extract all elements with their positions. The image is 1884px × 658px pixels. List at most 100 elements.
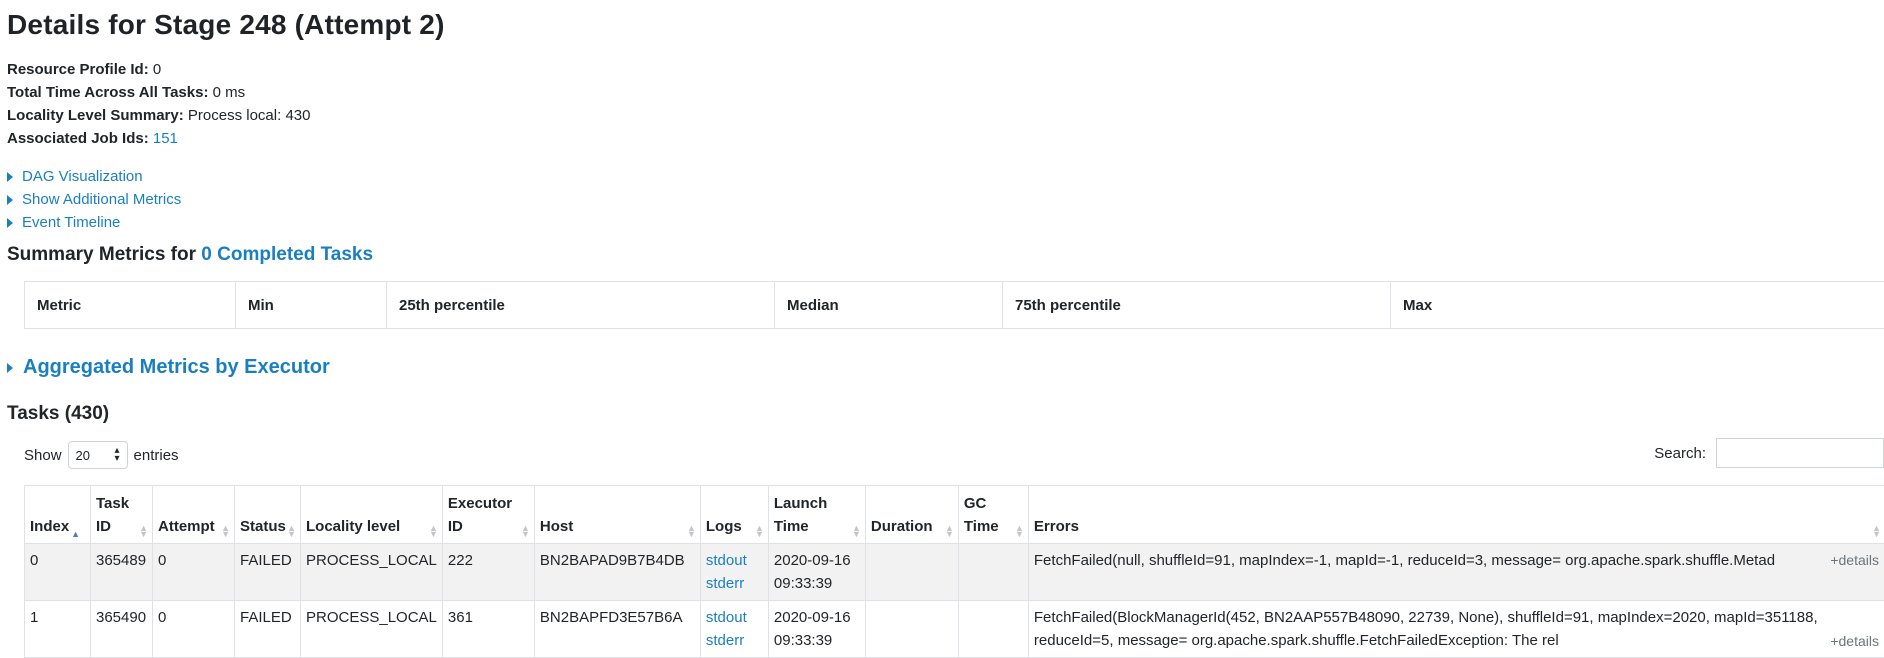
stderr-link[interactable]: stderr <box>706 575 744 592</box>
event-timeline-label: Event Timeline <box>22 211 120 234</box>
attempt-cell: 0 <box>153 601 235 658</box>
locality-column-header[interactable]: Locality level ▲▼ <box>301 486 443 544</box>
attempt-column-header[interactable]: Attempt ▲▼ <box>153 486 235 544</box>
gc-time-column-header[interactable]: GC Time ▲▼ <box>958 486 1028 544</box>
launch-clock: 09:33:39 <box>774 572 860 595</box>
errors-cell: FetchFailed(BlockManagerId(452, BN2AAP55… <box>1028 601 1884 658</box>
summary-metrics-heading: Summary Metrics for 0 Completed Tasks <box>7 244 373 266</box>
median-column-header: Median <box>775 282 1003 329</box>
sort-icon: ▲▼ <box>687 525 696 537</box>
host-header-label: Host <box>540 518 573 535</box>
launch-time-column-header[interactable]: Launch Time ▲▼ <box>768 486 865 544</box>
table-row: 1 365490 0 FAILED PROCESS_LOCAL 361 BN2B… <box>25 601 1884 658</box>
launch-date: 2020-09-16 <box>774 606 860 629</box>
task-id-column-header[interactable]: Task ID ▲▼ <box>91 486 153 544</box>
sort-icon: ▲▼ <box>945 525 954 537</box>
duration-column-header[interactable]: Duration ▲▼ <box>865 486 958 544</box>
status-header-label: Status <box>240 518 286 535</box>
sort-icon: ▲▼ <box>521 525 530 537</box>
duration-cell <box>865 601 958 658</box>
aggregated-metrics-toggle[interactable]: Aggregated Metrics by Executor <box>7 356 330 379</box>
sort-icon: ▲▼ <box>852 525 861 537</box>
page-size-value: 20 <box>76 448 90 463</box>
logs-header-label: Logs <box>706 518 742 535</box>
caret-right-icon <box>7 172 13 182</box>
attempt-cell: 0 <box>153 544 235 601</box>
entries-label: entries <box>134 447 179 464</box>
search-label: Search: <box>1654 445 1706 462</box>
select-arrows-icon: ▴▾ <box>115 447 120 463</box>
associated-jobs-label: Associated Job Ids: <box>7 130 149 147</box>
logs-column-header[interactable]: Logs ▲▼ <box>700 486 768 544</box>
aggregated-metrics-label: Aggregated Metrics by Executor <box>23 356 330 379</box>
executor-id-cell: 361 <box>442 601 534 658</box>
host-column-header[interactable]: Host ▲▼ <box>534 486 700 544</box>
tasks-heading: Tasks (430) <box>7 403 109 425</box>
locality-summary-value: Process local: 430 <box>188 107 311 124</box>
locality-summary-row: Locality Level Summary: Process local: 4… <box>7 104 310 127</box>
search-input[interactable] <box>1716 438 1884 468</box>
duration-header-label: Duration <box>871 518 933 535</box>
launch-header-line1: Launch <box>774 492 861 515</box>
associated-jobs-row: Associated Job Ids: 151 <box>7 127 310 150</box>
errors-cell: FetchFailed(null, shuffleId=91, mapIndex… <box>1028 544 1884 601</box>
index-cell: 0 <box>25 544 91 601</box>
sort-icon: ▲▼ <box>287 525 296 537</box>
index-cell: 1 <box>25 601 91 658</box>
show-label: Show <box>24 447 62 464</box>
additional-metrics-label: Show Additional Metrics <box>22 188 181 211</box>
p25-column-header: 25th percentile <box>387 282 775 329</box>
logs-cell: stdout stderr <box>700 601 768 658</box>
completed-tasks-link[interactable]: 0 Completed Tasks <box>201 244 373 265</box>
resource-profile-value: 0 <box>153 61 161 78</box>
executor-id-cell: 222 <box>442 544 534 601</box>
table-row: 0 365489 0 FAILED PROCESS_LOCAL 222 BN2B… <box>25 544 1884 601</box>
launch-time-cell: 2020-09-16 09:33:39 <box>768 601 865 658</box>
max-column-header: Max <box>1391 282 1884 329</box>
task-id-cell: 365490 <box>91 601 153 658</box>
tasks-table: Index ▲ Task ID ▲▼ Attempt ▲▼ Status ▲▼ <box>24 485 1884 658</box>
index-column-header[interactable]: Index ▲ <box>25 486 91 544</box>
host-cell: BN2BAPAD9B7B4DB <box>534 544 700 601</box>
search-control: Search: <box>1654 438 1884 468</box>
min-column-header: Min <box>236 282 387 329</box>
page-size-select[interactable]: 20 ▴▾ <box>68 441 128 469</box>
gc-header-line1: GC <box>964 492 1024 515</box>
sort-asc-icon: ▲ <box>71 531 80 537</box>
details-link[interactable]: +details <box>1830 630 1879 653</box>
launch-header-line2: Time <box>774 515 861 538</box>
stdout-link[interactable]: stdout <box>706 552 747 569</box>
error-text: FetchFailed(null, shuffleId=91, mapIndex… <box>1034 552 1775 569</box>
errors-column-header[interactable]: Errors ▲▼ <box>1028 486 1884 544</box>
resource-profile-label: Resource Profile Id: <box>7 61 149 78</box>
p75-column-header: 75th percentile <box>1003 282 1391 329</box>
errors-header-label: Errors <box>1034 518 1079 535</box>
dag-visualization-toggle[interactable]: DAG Visualization <box>7 165 181 188</box>
caret-right-icon <box>7 218 13 228</box>
total-time-row: Total Time Across All Tasks: 0 ms <box>7 81 310 104</box>
summary-metrics-table: Metric Min 25th percentile Median 75th p… <box>24 281 1884 329</box>
caret-right-icon <box>7 195 13 205</box>
host-cell: BN2BAPFD3E57B6A <box>534 601 700 658</box>
status-column-header[interactable]: Status ▲▼ <box>235 486 301 544</box>
stage-details-page: Details for Stage 248 (Attempt 2) Resour… <box>0 0 1884 641</box>
executor-id-column-header[interactable]: Executor ID ▲▼ <box>442 486 534 544</box>
task-id-cell: 365489 <box>91 544 153 601</box>
sort-icon: ▲▼ <box>1872 525 1881 537</box>
page-size-control: Show 20 ▴▾ entries <box>24 441 179 469</box>
sort-icon: ▲▼ <box>429 525 438 537</box>
stdout-link[interactable]: stdout <box>706 609 747 626</box>
caret-right-icon <box>7 363 13 373</box>
details-link[interactable]: +details <box>1830 549 1879 572</box>
attempt-header-label: Attempt <box>158 518 215 535</box>
stage-summary: Resource Profile Id: 0 Total Time Across… <box>7 58 310 150</box>
event-timeline-toggle[interactable]: Event Timeline <box>7 211 181 234</box>
job-id-link[interactable]: 151 <box>153 130 178 147</box>
executor-header-line2: ID <box>448 515 530 538</box>
locality-summary-label: Locality Level Summary: <box>7 107 184 124</box>
toggle-links: DAG Visualization Show Additional Metric… <box>7 165 181 234</box>
additional-metrics-toggle[interactable]: Show Additional Metrics <box>7 188 181 211</box>
sort-icon: ▲▼ <box>221 525 230 537</box>
locality-cell: PROCESS_LOCAL <box>301 544 443 601</box>
sort-icon: ▲▼ <box>755 525 764 537</box>
